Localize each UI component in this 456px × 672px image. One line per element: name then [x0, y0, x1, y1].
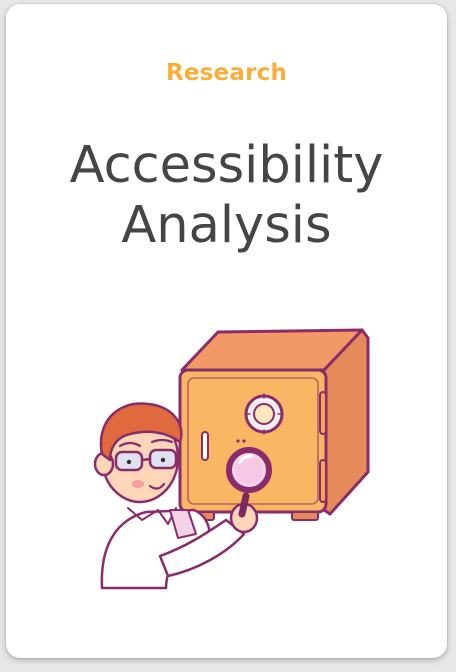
accessibility-analysis-card[interactable]: Research Accessibility Analysis [6, 4, 447, 658]
card-title: Accessibility Analysis [6, 136, 447, 256]
safe-icon [178, 328, 370, 521]
title-line-2: Analysis [121, 196, 332, 255]
category-label: Research [165, 60, 288, 86]
title-line-1: Accessibility [69, 136, 384, 195]
safe-inspection-illustration [93, 328, 370, 590]
